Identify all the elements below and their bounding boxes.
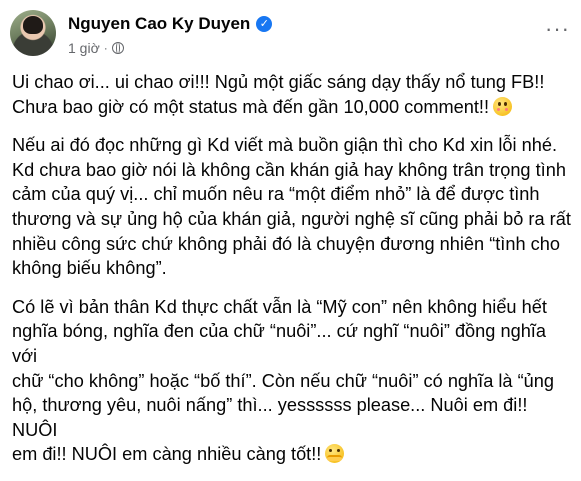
post-header: Nguyen Cao Ky Duyen ✓ 1 giờ · ···: [10, 10, 570, 60]
post-paragraph-1-text: Ui chao ơi... ui chao ơi!!! Ngủ một giấc…: [12, 72, 545, 117]
avatar-hair: [23, 16, 43, 34]
flushed-face-emoji-icon: [493, 96, 513, 116]
post-paragraph-3-text: Có lẽ vì bản thân Kd thực chất vẫn là “M…: [12, 296, 554, 465]
avatar[interactable]: [10, 10, 56, 56]
post-timestamp[interactable]: 1 giờ: [68, 40, 100, 56]
post-paragraph-1: Ui chao ơi... ui chao ơi!!! Ngủ một giấc…: [12, 70, 572, 119]
post-body: Ui chao ơi... ui chao ơi!!! Ngủ một giấc…: [12, 70, 572, 481]
facebook-post: Nguyen Cao Ky Duyen ✓ 1 giờ · ··· Ui cha…: [0, 0, 581, 464]
globe-icon[interactable]: [111, 42, 124, 54]
verified-badge-icon: ✓: [256, 16, 273, 32]
author-name[interactable]: Nguyen Cao Ky Duyen: [68, 14, 250, 34]
hugging-face-emoji-icon: [325, 444, 345, 464]
post-paragraph-3: Có lẽ vì bản thân Kd thực chất vẫn là “M…: [12, 295, 572, 467]
post-paragraph-2: Nếu ai đó đọc những gì Kd viết mà buồn g…: [12, 133, 572, 281]
post-meta: 1 giờ ·: [68, 40, 124, 56]
name-row: Nguyen Cao Ky Duyen ✓: [68, 14, 273, 34]
more-options-button[interactable]: ···: [545, 18, 570, 40]
post-paragraph-2-text: Nếu ai đó đọc những gì Kd viết mà buồn g…: [12, 135, 571, 279]
meta-separator: ·: [103, 41, 108, 55]
